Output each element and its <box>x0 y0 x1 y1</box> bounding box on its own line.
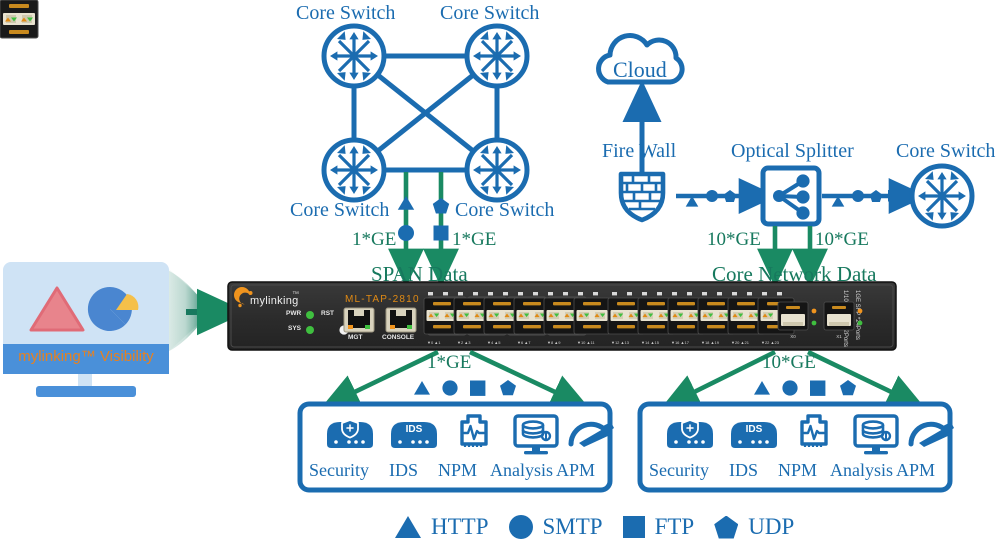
monitor-stand-base <box>36 386 136 397</box>
legend-label-udp: UDP <box>748 514 795 539</box>
sfp-plus-bank-group: X0 X1 <box>777 301 863 339</box>
link-rate-label-right-1: 10*GE <box>707 229 761 250</box>
security-shield-appliance-icon <box>667 419 713 448</box>
svg-text:X1: X1 <box>836 334 842 339</box>
core-network-data-label: Core Network Data <box>712 262 877 286</box>
svg-text:▼18 ▲19: ▼18 ▲19 <box>701 340 720 345</box>
core-switch-label-bottom-left: Core Switch <box>290 199 390 221</box>
led-label-sys: SYS <box>288 325 302 332</box>
legend-label-ftp: FTP <box>654 514 695 539</box>
tool-label-npm-right[interactable]: NPM <box>778 460 817 481</box>
npm-heartbeat-monitor-icon <box>800 414 828 447</box>
optical-splitter-label: Optical Splitter <box>731 140 854 162</box>
svg-text:▼6 ▲7: ▼6 ▲7 <box>517 340 531 345</box>
firewall-label: Fire Wall <box>602 140 677 162</box>
ids-appliance-icon: IDS <box>731 422 777 448</box>
shape-triangle-http <box>397 196 415 210</box>
core-switch-label-top-right: Core Switch <box>440 2 540 24</box>
shape-circle-smtp <box>398 225 414 241</box>
device-brand-tm: ™ <box>292 291 299 298</box>
shape-pentagon-udp <box>432 198 450 214</box>
svg-text:▼14 ▲15: ▼14 ▲15 <box>641 340 660 345</box>
visibility-monitor-graphic <box>3 262 248 397</box>
tool-label-npm-left[interactable]: NPM <box>438 460 477 481</box>
svg-text:▼16 ▲17: ▼16 ▲17 <box>671 340 690 345</box>
security-shield-appliance-icon <box>327 419 373 448</box>
analysis-database-monitor-icon <box>853 414 899 455</box>
legend-label-http: HTTP <box>431 514 489 539</box>
sfp-plus-cage-x1: X1 <box>823 301 863 339</box>
network-topology-diagram: Core Switch Core Switch Core Switch Core… <box>0 0 1000 551</box>
tool-label-security-left[interactable]: Security <box>309 460 369 481</box>
apm-gauge-icon <box>908 421 954 447</box>
legend-pentagon-icon <box>714 515 739 539</box>
link-rate-label-right-2: 10*GE <box>815 229 869 250</box>
core-switch-top-left-icon <box>324 26 384 86</box>
port-label-mgt: MGT <box>348 334 363 341</box>
right-output-shape-row <box>754 380 856 396</box>
cloud-label: Cloud <box>613 57 667 82</box>
svg-text:▼8 ▲9: ▼8 ▲9 <box>547 340 561 345</box>
rj45-port-console <box>385 307 417 333</box>
tool-label-ids-left[interactable]: IDS <box>389 460 418 481</box>
apm-gauge-icon <box>568 421 614 447</box>
sfp-plus-cage-x0: X0 <box>777 301 817 339</box>
legend-triangle-icon <box>395 516 421 538</box>
svg-text:▼2 ▲3: ▼2 ▲3 <box>457 340 471 345</box>
firewall-shield-icon <box>618 171 666 223</box>
led-label-pwr: PWR <box>286 310 302 317</box>
legend-square-icon <box>622 516 645 538</box>
tool-label-analysis-right[interactable]: Analysis <box>830 460 893 481</box>
svg-text:▼12 ▲13: ▼12 ▲13 <box>611 340 630 345</box>
core-switch-bottom-left-icon <box>324 140 384 200</box>
svg-text:IDS: IDS <box>406 424 423 435</box>
sfp-bank-right-group: ▼12 ▲13 ▼14 ▲15 ▼16 ▲17 ▼18 ▲19 ▼20 ▲21 ▼22… <box>607 292 795 345</box>
link-rate-label-left-1: 1*GE <box>352 229 397 250</box>
tool-label-apm-left[interactable]: APM <box>556 460 595 481</box>
span-data-feed-arrows <box>388 172 459 288</box>
tool-label-security-right[interactable]: Security <box>649 460 709 481</box>
optical-splitter-icon <box>760 165 822 227</box>
port-label-console: CONSOLE <box>382 334 415 341</box>
right-output-rate-label: 10*GE <box>762 352 816 373</box>
splitter-to-switch-link <box>822 178 928 214</box>
legend: HTTP SMTP FTP UDP <box>395 514 794 540</box>
svg-text:▼0 ▲1: ▼0 ▲1 <box>427 340 441 345</box>
core-switch-label-top-left: Core Switch <box>296 2 396 24</box>
left-output-shape-row <box>414 380 516 396</box>
tool-label-apm-right[interactable]: APM <box>896 460 935 481</box>
led-pwr <box>306 311 314 319</box>
core-switch-label-bottom-right: Core Switch <box>455 199 555 221</box>
legend-circle-icon <box>508 515 533 539</box>
svg-text:▼22 ▲23: ▼22 ▲23 <box>761 340 780 345</box>
core-switch-bottom-right-icon <box>467 140 527 200</box>
svg-text:X0: X0 <box>790 334 796 339</box>
core-switch-label-right: Core Switch <box>896 140 996 162</box>
device-model-label: ML-TAP-2810 <box>345 294 420 305</box>
left-output-rate-label: 1*GE <box>427 352 472 373</box>
tool-label-analysis-left[interactable]: Analysis <box>490 460 553 481</box>
core-switch-mesh <box>324 26 527 200</box>
core-switch-top-right-icon <box>467 26 527 86</box>
sfp-bank-left-group: ▼0 ▲1 ▼2 ▲3 ▼4 ▲5 ▼6 ▲7 ▼8 ▲9 ▼10 ▲11 <box>423 292 611 345</box>
ids-appliance-icon: IDS <box>391 422 437 448</box>
svg-text:IDS: IDS <box>746 424 763 435</box>
legend-label-smtp: SMTP <box>542 514 603 539</box>
npm-heartbeat-monitor-icon <box>460 414 488 447</box>
firewall-to-splitter-link <box>676 178 778 214</box>
rj45-port-mgt <box>343 307 375 333</box>
core-switch-right-icon <box>912 166 972 226</box>
led-sys <box>306 326 314 334</box>
monitor-caption-label: mylinking™ Visibility <box>18 348 154 365</box>
svg-text:▼10 ▲11: ▼10 ▲11 <box>577 340 595 345</box>
svg-text:▼4 ▲5: ▼4 ▲5 <box>487 340 501 345</box>
span-data-label: SPAN Data <box>371 262 468 286</box>
svg-text:▼20 ▲21: ▼20 ▲21 <box>731 340 750 345</box>
tool-label-ids-right[interactable]: IDS <box>729 460 758 481</box>
link-rate-label-left-2: 1*GE <box>452 229 497 250</box>
analysis-database-monitor-icon <box>513 414 559 455</box>
shape-square-ftp <box>433 225 449 241</box>
led-label-rst: RST <box>321 310 334 317</box>
